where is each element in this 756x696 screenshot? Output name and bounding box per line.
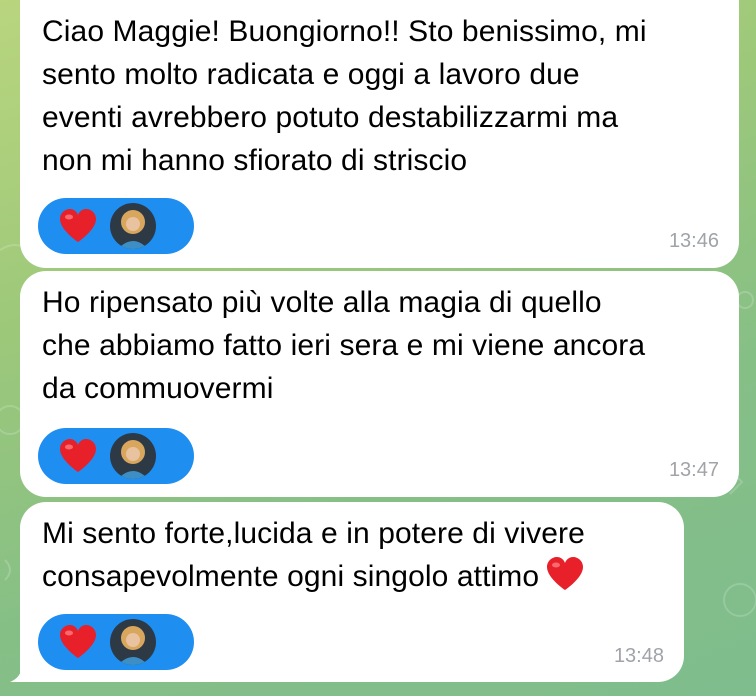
message-timestamp: 13:48	[613, 645, 664, 667]
reaction-chip[interactable]	[38, 614, 194, 670]
message-bubble[interactable]: Ciao Maggie! Buongiorno!! Sto benissimo,…	[20, 0, 739, 268]
avatar	[110, 203, 156, 249]
heart-emoji-icon	[547, 557, 584, 590]
reaction-chip[interactable]	[38, 428, 194, 484]
heart-icon	[60, 209, 96, 242]
message-text: Mi sento forte,lucida e in potere di viv…	[42, 512, 662, 598]
message-text: Ho ripensato più volte alla magia di que…	[42, 286, 646, 405]
heart-icon	[60, 439, 96, 472]
message-text-content: Mi sento forte,lucida e in potere di viv…	[42, 517, 585, 593]
avatar	[110, 619, 156, 665]
message-bubble[interactable]: Ho ripensato più volte alla magia di que…	[20, 271, 739, 497]
message-timestamp: 13:47	[668, 459, 719, 481]
message-timestamp: 13:46	[668, 230, 719, 252]
avatar	[110, 433, 156, 479]
reaction-chip[interactable]	[38, 198, 194, 254]
message-text: Ciao Maggie! Buongiorno!! Sto benissimo,…	[42, 15, 647, 177]
heart-icon	[60, 625, 96, 658]
message-bubble[interactable]: Mi sento forte,lucida e in potere di viv…	[20, 502, 684, 682]
